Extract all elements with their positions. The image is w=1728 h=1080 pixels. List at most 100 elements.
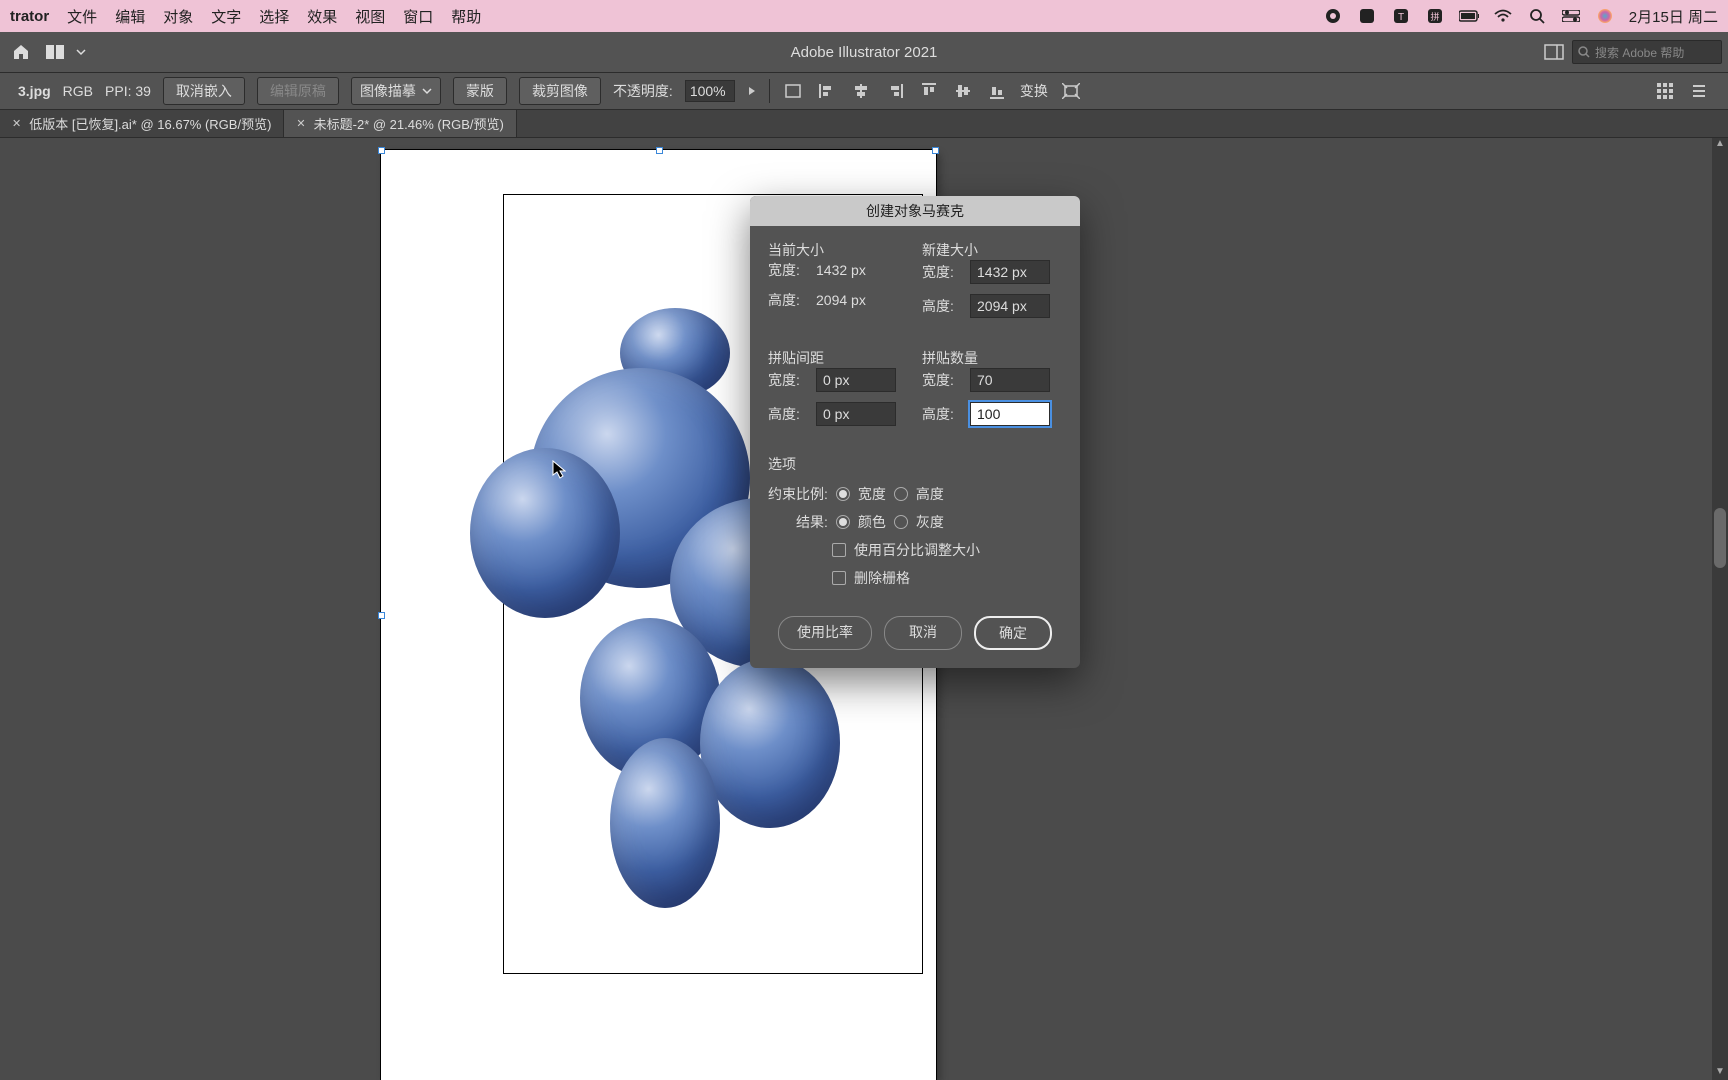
- delete-raster-checkbox[interactable]: [832, 571, 846, 585]
- tab-document-1[interactable]: ✕ 低版本 [已恢复].ai* @ 16.67% (RGB/预览): [0, 110, 284, 137]
- current-height-value: 2094 px: [816, 292, 866, 308]
- spacing-width-input[interactable]: [816, 368, 896, 392]
- constrain-ratio-label: 约束比例:: [768, 484, 828, 504]
- opacity-arrow-icon[interactable]: [747, 85, 757, 97]
- record-icon[interactable]: [1323, 6, 1343, 26]
- tiles-height-input[interactable]: [970, 402, 1050, 426]
- svg-text:T: T: [1398, 12, 1404, 23]
- close-icon[interactable]: ✕: [296, 117, 305, 130]
- new-height-input[interactable]: [970, 294, 1050, 318]
- vertical-scrollbar[interactable]: ▲ ▼: [1712, 138, 1728, 1080]
- menubar-date[interactable]: 2月15日 周二: [1629, 6, 1718, 27]
- app-icon-pin[interactable]: 拼: [1425, 6, 1445, 26]
- height-label: 高度:: [922, 404, 964, 424]
- align-top-icon[interactable]: [918, 80, 940, 102]
- help-search-input[interactable]: 搜索 Adobe 帮助: [1572, 40, 1722, 64]
- width-label: 宽度:: [922, 262, 964, 282]
- control-center-icon[interactable]: [1561, 6, 1581, 26]
- current-size-heading: 当前大小: [768, 242, 824, 258]
- app-titlebar: Adobe Illustrator 2021 搜索 Adobe 帮助: [0, 32, 1728, 72]
- search-icon[interactable]: [1527, 6, 1547, 26]
- selected-image-name: 3.jpg: [18, 83, 51, 99]
- constrain-height-radio[interactable]: [894, 487, 908, 501]
- tile-count-heading: 拼贴数量: [922, 350, 978, 366]
- siri-icon[interactable]: [1595, 6, 1615, 26]
- tab-document-2[interactable]: ✕ 未标题-2* @ 21.46% (RGB/预览): [284, 110, 516, 137]
- opacity-label: 不透明度:: [613, 81, 673, 101]
- menu-select[interactable]: 选择: [259, 6, 289, 27]
- tab-label: 低版本 [已恢复].ai* @ 16.67% (RGB/预览): [29, 114, 271, 133]
- menu-edit[interactable]: 编辑: [115, 6, 145, 27]
- height-label: 高度:: [768, 404, 810, 424]
- spacing-height-input[interactable]: [816, 402, 896, 426]
- image-trace-dropdown[interactable]: 图像描摹: [351, 77, 441, 105]
- control-bar: 3.jpg RGB PPI: 39 取消嵌入 编辑原稿 图像描摹 蒙版 裁剪图像…: [0, 72, 1728, 110]
- delete-raster-text: 删除栅格: [854, 568, 910, 588]
- align-left-icon[interactable]: [816, 80, 838, 102]
- result-label: 结果:: [796, 512, 828, 532]
- height-label: 高度:: [768, 290, 810, 310]
- current-width-value: 1432 px: [816, 262, 866, 278]
- menu-file[interactable]: 文件: [67, 6, 97, 27]
- cursor-icon: [552, 460, 566, 480]
- panel-menu-icon[interactable]: [1688, 80, 1710, 102]
- mac-menubar: trator 文件 编辑 对象 文字 选择 效果 视图 窗口 帮助 T 拼 2月…: [0, 0, 1728, 32]
- help-search-placeholder: 搜索 Adobe 帮助: [1595, 44, 1684, 61]
- width-label: 宽度:: [922, 370, 964, 390]
- crop-image-button[interactable]: 裁剪图像: [519, 77, 601, 105]
- align-bottom-icon[interactable]: [986, 80, 1008, 102]
- tiles-width-input[interactable]: [970, 368, 1050, 392]
- app-icon-1[interactable]: [1357, 6, 1377, 26]
- svg-text:拼: 拼: [1430, 11, 1439, 22]
- width-label: 宽度:: [768, 370, 810, 390]
- result-color-radio[interactable]: [836, 515, 850, 529]
- scroll-down-icon[interactable]: ▼: [1712, 1066, 1728, 1080]
- app-icon-t[interactable]: T: [1391, 6, 1411, 26]
- height-label: 高度:: [922, 296, 964, 316]
- edit-original-button[interactable]: 编辑原稿: [257, 77, 339, 105]
- menu-view[interactable]: 视图: [355, 6, 385, 27]
- menu-window[interactable]: 窗口: [403, 6, 433, 27]
- align-dropdown-icon[interactable]: [782, 80, 804, 102]
- color-mode-label: RGB: [63, 83, 93, 99]
- create-object-mosaic-dialog: 创建对象马赛克 当前大小 宽度:1432 px 高度:2094 px 新建大小 …: [750, 196, 1080, 668]
- opacity-input[interactable]: [685, 80, 735, 102]
- scroll-thumb[interactable]: [1714, 508, 1726, 568]
- unembed-button[interactable]: 取消嵌入: [163, 77, 245, 105]
- workspace-icon[interactable]: [1544, 44, 1564, 60]
- constrain-width-radio[interactable]: [836, 487, 850, 501]
- menu-effect[interactable]: 效果: [307, 6, 337, 27]
- result-color-text: 颜色: [858, 512, 886, 532]
- resize-percent-text: 使用百分比调整大小: [854, 540, 980, 560]
- resize-percent-checkbox[interactable]: [832, 543, 846, 557]
- options-heading: 选项: [768, 454, 1062, 474]
- isolate-icon[interactable]: [1060, 80, 1082, 102]
- document-tabs: ✕ 低版本 [已恢复].ai* @ 16.67% (RGB/预览) ✕ 未标题-…: [0, 110, 1728, 138]
- use-ratio-button[interactable]: 使用比率: [778, 616, 872, 650]
- transform-label[interactable]: 变换: [1020, 81, 1048, 101]
- new-width-input[interactable]: [970, 260, 1050, 284]
- mask-button[interactable]: 蒙版: [453, 77, 507, 105]
- menu-object[interactable]: 对象: [163, 6, 193, 27]
- wifi-icon[interactable]: [1493, 6, 1513, 26]
- battery-icon[interactable]: [1459, 6, 1479, 26]
- menu-type[interactable]: 文字: [211, 6, 241, 27]
- result-gray-radio[interactable]: [894, 515, 908, 529]
- result-gray-text: 灰度: [916, 512, 944, 532]
- tile-spacing-heading: 拼贴间距: [768, 350, 824, 366]
- menu-help[interactable]: 帮助: [451, 6, 481, 27]
- scroll-up-icon[interactable]: ▲: [1712, 138, 1728, 152]
- properties-grid-icon[interactable]: [1654, 80, 1676, 102]
- cancel-button[interactable]: 取消: [884, 616, 962, 650]
- align-right-icon[interactable]: [884, 80, 906, 102]
- constrain-width-text: 宽度: [858, 484, 886, 504]
- align-vcenter-icon[interactable]: [952, 80, 974, 102]
- ppi-label: PPI: 39: [105, 83, 151, 99]
- home-icon[interactable]: [6, 37, 36, 67]
- close-icon[interactable]: ✕: [12, 117, 21, 130]
- align-hcenter-icon[interactable]: [850, 80, 872, 102]
- dialog-title[interactable]: 创建对象马赛克: [750, 196, 1080, 226]
- ok-button[interactable]: 确定: [974, 616, 1052, 650]
- arrange-documents-icon[interactable]: [46, 43, 86, 61]
- constrain-height-text: 高度: [916, 484, 944, 504]
